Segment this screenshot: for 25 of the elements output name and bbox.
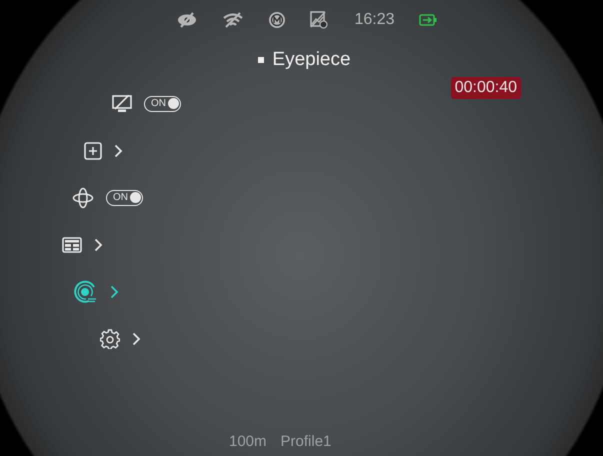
chevron-icon [114,144,123,158]
profile-label: Profile1 [280,433,332,450]
grid-icon [62,236,82,252]
menu-item[interactable]: ON [0,174,147,221]
settings-icon [100,328,120,348]
target-icon [74,280,98,304]
distance-label: 100m [229,433,267,450]
battery-charging-icon [418,14,437,26]
chevron-icon [94,238,103,252]
wifi-off-icon [222,12,244,28]
eye-slash-icon [176,12,198,28]
clock-time: 16:23 [354,11,395,29]
m-badge-icon [268,11,286,29]
chevron-icon [110,284,119,298]
toggle-switch[interactable]: ON [106,190,143,206]
toggle-switch[interactable]: ON [144,96,181,112]
menu-item[interactable]: ON [0,80,185,127]
recording-timer: 00:00:40 [450,77,521,99]
image-timer-icon [310,11,328,29]
plus-square-icon [84,142,102,160]
display-off-icon [112,94,132,112]
chevron-icon [132,332,141,346]
bullet-icon [258,57,264,63]
screen-title: Eyepiece [272,49,351,71]
rotation-icon [72,186,94,208]
